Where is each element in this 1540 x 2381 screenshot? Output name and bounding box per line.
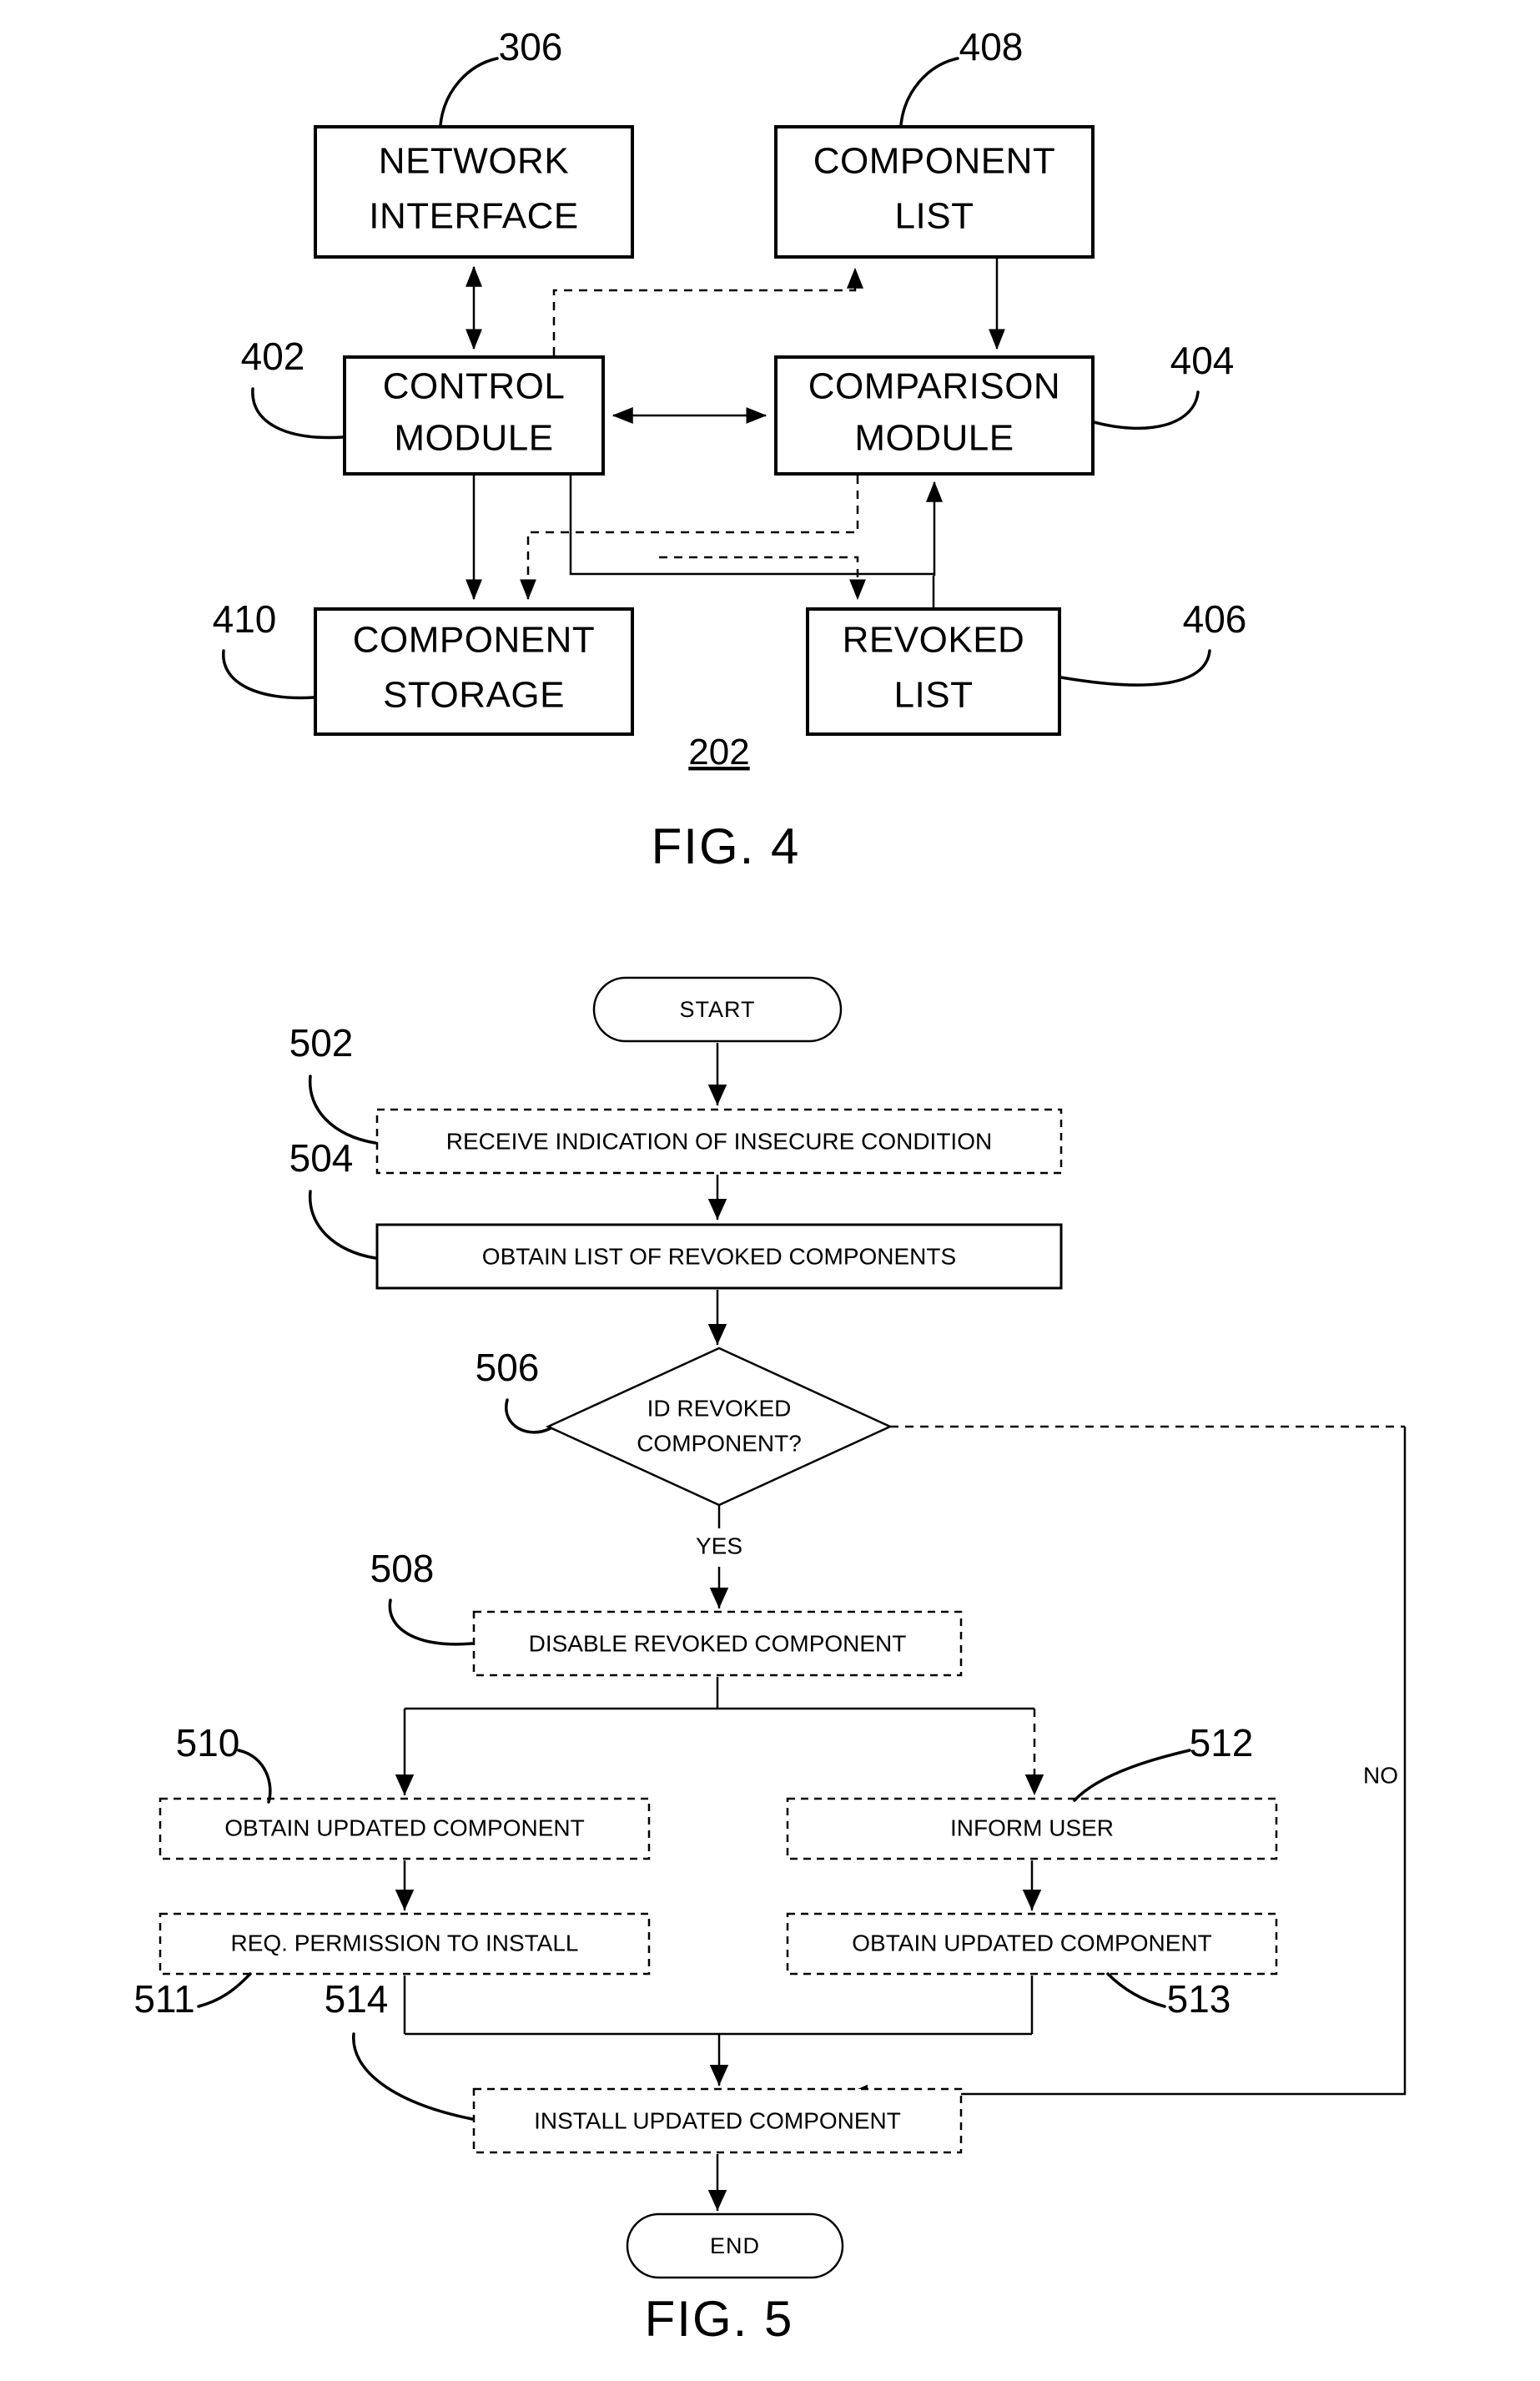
step-511-label: REQ. PERMISSION TO INSTALL	[231, 1930, 579, 1956]
leader-line-410	[222, 649, 315, 700]
end-label: END	[710, 2233, 760, 2258]
step-514-label: INSTALL UPDATED COMPONENT	[534, 2107, 901, 2133]
figure-4-and-5-drawing: NETWORK INTERFACE COMPONENT LIST CONTROL…	[133, 25, 1407, 2347]
leader-line-510	[237, 1749, 272, 1804]
leader-line-406	[1059, 649, 1211, 687]
ref-number-512: 512	[1190, 1721, 1254, 1764]
comparison-module-label-line2: MODULE	[854, 418, 1014, 459]
fig5-node-step506: ID REVOKED COMPONENT?	[546, 1347, 893, 1507]
ref-number-506: 506	[476, 1346, 540, 1389]
ref-number-410: 410	[213, 597, 277, 641]
step-508-label: DISABLE REVOKED COMPONENT	[529, 1630, 907, 1656]
fig4-block-control-module: CONTROL MODULE	[343, 355, 605, 476]
leader-line-306	[439, 57, 499, 127]
network-interface-label-line1: NETWORK	[379, 141, 569, 182]
fig5-node-start: START	[592, 976, 843, 1043]
step-512-label: INFORM USER	[950, 1815, 1114, 1840]
ref-number-404: 404	[1170, 339, 1235, 382]
fig5-node-step510: OBTAIN UPDATED COMPONENT	[159, 1797, 651, 1860]
ref-number-514: 514	[325, 1977, 389, 2021]
connector-control-to-component-list-dashed	[552, 267, 863, 355]
connector-control-bottom-rail	[569, 476, 934, 576]
revoked-list-label-line1: REVOKED	[843, 620, 1025, 661]
leader-line-502	[308, 1075, 377, 1145]
edge-label-no: NO	[1363, 1762, 1398, 1788]
fig5-node-step502: RECEIVE INDICATION OF INSECURE CONDITION	[375, 1108, 1063, 1175]
ref-number-502: 502	[289, 1021, 354, 1065]
comparison-module-label-line1: COMPARISON	[808, 366, 1060, 407]
ref-number-202: 202	[688, 732, 749, 773]
step-506-diamond	[546, 1347, 893, 1507]
connector-dashed-to-revoked-list	[659, 556, 866, 601]
ref-number-504: 504	[289, 1136, 354, 1180]
leader-line-506	[505, 1398, 552, 1434]
control-module-label-line1: CONTROL	[383, 366, 566, 407]
fig5-node-step511: REQ. PERMISSION TO INSTALL	[159, 1912, 651, 1976]
leader-line-408	[899, 57, 959, 127]
fig4-block-comparison-module: COMPARISON MODULE	[774, 355, 1095, 476]
step-510-label: OBTAIN UPDATED COMPONENT	[224, 1815, 584, 1840]
network-interface-label-line2: INTERFACE	[369, 196, 578, 237]
fig5-node-step504: OBTAIN LIST OF REVOKED COMPONENTS	[375, 1223, 1063, 1290]
step-504-label: OBTAIN LIST OF REVOKED COMPONENTS	[482, 1243, 956, 1269]
fig4-block-component-list: COMPONENT LIST	[774, 125, 1095, 259]
fig4-block-network-interface: NETWORK INTERFACE	[314, 125, 634, 259]
ref-number-402: 402	[241, 335, 305, 378]
leader-line-508	[388, 1598, 474, 1646]
step-502-label: RECEIVE INDICATION OF INSECURE CONDITION	[446, 1128, 992, 1154]
fig5-node-step514: INSTALL UPDATED COMPONENT	[472, 2087, 963, 2154]
edge-label-yes: YES	[696, 1533, 742, 1558]
patent-drawing-page: NETWORK INTERFACE COMPONENT LIST CONTROL…	[0, 0, 1540, 2381]
leader-line-512	[1073, 1749, 1191, 1802]
leader-line-404	[1092, 390, 1200, 430]
fig4-block-component-storage: COMPONENT STORAGE	[314, 607, 634, 736]
fig5-node-step512: INFORM USER	[786, 1797, 1278, 1860]
figure-5-caption: FIG. 5	[645, 2291, 794, 2347]
component-list-label-line2: LIST	[895, 196, 974, 237]
leader-line-402	[251, 387, 345, 440]
ref-number-508: 508	[370, 1547, 435, 1590]
step-513-label: OBTAIN UPDATED COMPONENT	[852, 1930, 1211, 1956]
component-storage-label-line2: STORAGE	[383, 675, 565, 716]
leader-line-514	[352, 2032, 474, 2121]
connector-comparison-to-component-storage-dashed	[520, 476, 859, 601]
fig5-node-end: END	[626, 2212, 844, 2279]
step-506-label-line2: COMPONENT?	[637, 1430, 802, 1456]
ref-number-408: 408	[959, 25, 1024, 68]
fig5-node-step513: OBTAIN UPDATED COMPONENT	[786, 1912, 1278, 1976]
fig5-node-step508: DISABLE REVOKED COMPONENT	[472, 1610, 963, 1677]
control-module-label-line2: MODULE	[394, 418, 553, 459]
ref-number-513: 513	[1167, 1977, 1231, 2021]
leader-line-513	[1106, 1972, 1166, 2008]
ref-number-306: 306	[499, 25, 563, 68]
revoked-list-label-line2: LIST	[894, 675, 974, 716]
ref-number-510: 510	[176, 1721, 240, 1764]
ref-number-511: 511	[133, 1977, 194, 2021]
start-label: START	[679, 997, 755, 1022]
ref-number-406: 406	[1183, 597, 1247, 641]
step-506-label-line1: ID REVOKED	[647, 1395, 792, 1421]
component-storage-label-line1: COMPONENT	[353, 620, 596, 661]
component-list-label-line1: COMPONENT	[813, 141, 1056, 182]
figure-4-caption: FIG. 4	[652, 818, 801, 874]
leader-line-504	[308, 1190, 377, 1260]
leader-line-511	[197, 1972, 252, 2008]
fig4-block-revoked-list: REVOKED LIST	[806, 607, 1061, 736]
connector-no-rail-to-end	[847, 1427, 1407, 2104]
